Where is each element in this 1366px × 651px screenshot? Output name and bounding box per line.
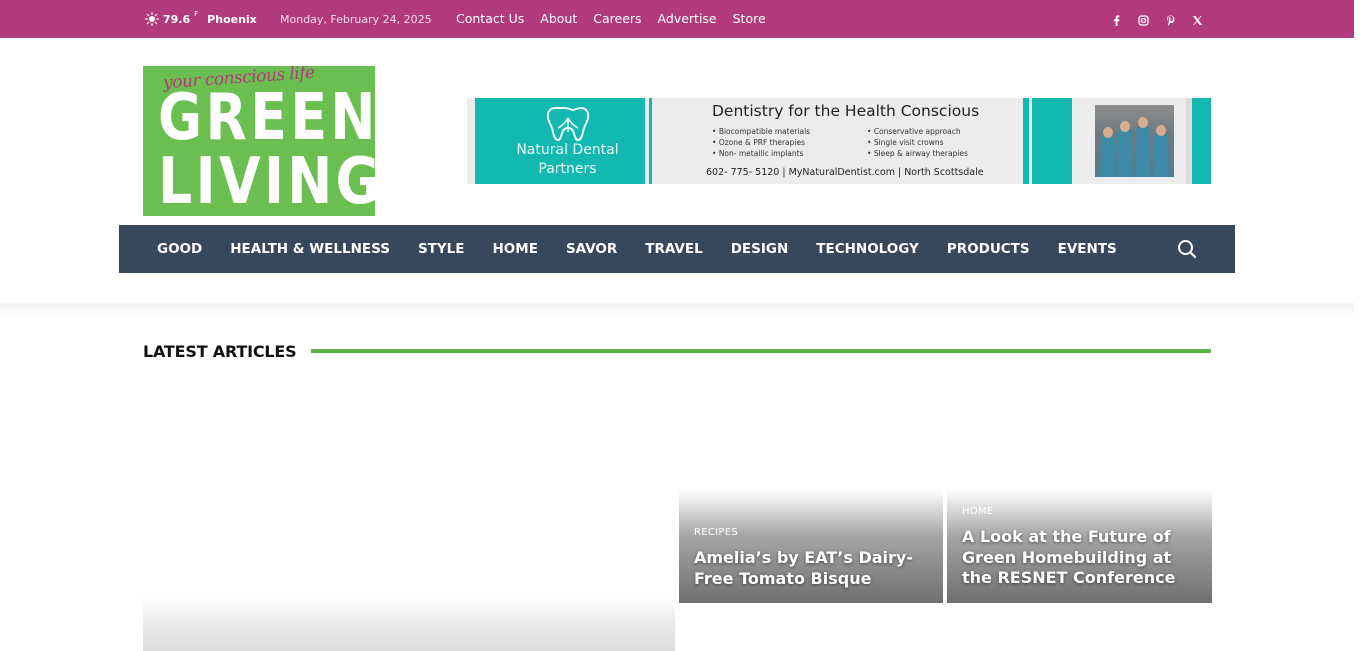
top-link-contact-us[interactable]: Contact Us	[456, 11, 524, 26]
ad-bullets-left: Biocompatible materials Ozone & PRF ther…	[712, 126, 810, 159]
nav-item-products[interactable]: PRODUCTS	[947, 241, 1030, 257]
ad-bullet: Single visit crowns	[867, 137, 968, 148]
top-link-careers[interactable]: Careers	[593, 11, 641, 26]
nav-item-good[interactable]: GOOD	[157, 241, 202, 257]
ad-bullet: Non- metallic implants	[712, 148, 810, 159]
latest-articles-heading: LATEST ARTICLES	[143, 342, 297, 361]
nav-item-health-wellness[interactable]: HEALTH & WELLNESS	[230, 241, 390, 257]
site-logo[interactable]: your conscious life GREEN LIVING	[143, 66, 375, 216]
article-category[interactable]: RECIPES	[694, 527, 738, 538]
search-icon[interactable]	[1177, 239, 1197, 259]
instagram-icon[interactable]	[1137, 14, 1150, 27]
nav-item-design[interactable]: DESIGN	[731, 241, 789, 257]
top-link-about[interactable]: About	[540, 11, 577, 26]
weather-unit: F	[194, 10, 199, 18]
top-link-advertise[interactable]: Advertise	[658, 11, 717, 26]
ad-contact: 602- 775- 5120 | MyNaturalDentist.com | …	[706, 167, 984, 178]
facebook-icon[interactable]	[1110, 14, 1123, 27]
article-title[interactable]: Amelia’s by EAT’s Dairy-Free Tomato Bisq…	[694, 548, 931, 589]
ad-brand-panel: Natural Dental Partners	[467, 98, 652, 184]
nav-item-events[interactable]: EVENTS	[1058, 241, 1117, 257]
nav-item-technology[interactable]: TECHNOLOGY	[816, 241, 919, 257]
ad-divider	[1032, 98, 1072, 184]
article-card[interactable]: HOME A Look at the Future of Green Homeb…	[947, 490, 1212, 603]
ad-brand-line2: Partners	[538, 161, 597, 177]
header-shadow	[0, 303, 1354, 317]
ad-brand-name: Natural Dental Partners	[475, 141, 660, 179]
nav-item-savor[interactable]: SAVOR	[566, 241, 617, 257]
sun-icon	[145, 12, 159, 26]
x-icon[interactable]	[1191, 14, 1204, 27]
ad-bullets-right: Conservative approach Single visit crown…	[867, 126, 968, 159]
tooth-logo-icon	[546, 106, 590, 142]
ad-headline: Dentistry for the Health Conscious	[712, 102, 980, 120]
featured-article-card[interactable]	[143, 598, 675, 651]
social-links	[1110, 14, 1204, 27]
ad-brand-line1: Natural Dental	[516, 142, 619, 158]
heading-underline	[311, 349, 1211, 353]
top-menu: Contact Us About Careers Advertise Store	[456, 11, 766, 26]
top-link-store[interactable]: Store	[733, 11, 766, 26]
article-category[interactable]: HOME	[962, 506, 994, 517]
ad-banner[interactable]: Natural Dental Partners Dentistry for th…	[467, 98, 1211, 184]
current-date: Monday, February 24, 2025	[280, 13, 432, 26]
weather-city: Phoenix	[207, 12, 257, 26]
article-title[interactable]: A Look at the Future of Green Homebuildi…	[962, 527, 1200, 589]
logo-word-living: LIVING	[158, 145, 375, 216]
nav-item-style[interactable]: STYLE	[418, 241, 465, 257]
ad-divider	[1023, 98, 1029, 184]
weather-widget: 79.6 F Phoenix	[145, 10, 257, 27]
logo-word-green: GREEN	[158, 81, 375, 155]
ad-bullet: Biocompatible materials	[712, 126, 810, 137]
ad-bullet: Sleep & airway therapies	[867, 148, 968, 159]
pinterest-icon[interactable]	[1164, 14, 1177, 27]
nav-item-home[interactable]: HOME	[493, 241, 538, 257]
ad-divider	[1192, 98, 1211, 184]
article-card[interactable]: RECIPES Amelia’s by EAT’s Dairy-Free Tom…	[679, 490, 943, 603]
nav-item-travel[interactable]: TRAVEL	[645, 241, 702, 257]
ad-bullet: Conservative approach	[867, 126, 968, 137]
ad-team-photo	[1095, 105, 1174, 177]
top-bar: 79.6 F Phoenix Monday, February 24, 2025…	[0, 0, 1354, 38]
ad-bullet: Ozone & PRF therapies	[712, 137, 810, 148]
main-navigation: GOOD HEALTH & WELLNESS STYLE HOME SAVOR …	[119, 225, 1235, 273]
weather-temperature: 79.6	[163, 12, 191, 26]
